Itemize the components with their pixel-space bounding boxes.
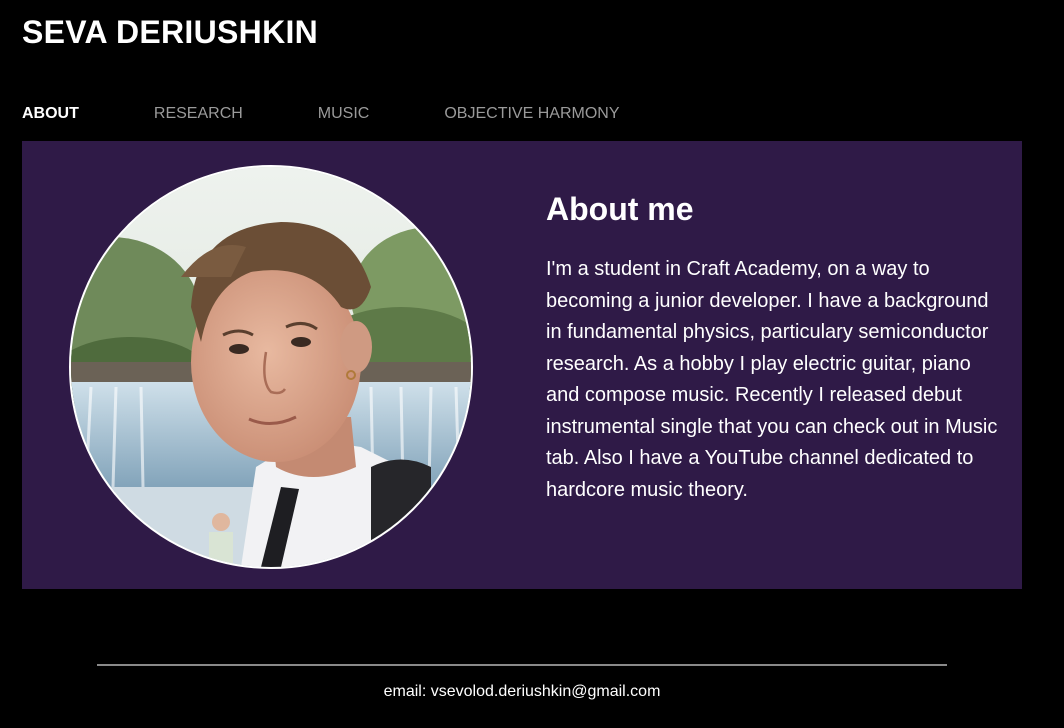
nav-item-music[interactable]: MUSIC (318, 104, 370, 124)
about-description: I'm a student in Craft Academy, on a way… (546, 258, 998, 501)
footer-email: email: vsevolod.deriushkin@gmail.com (383, 683, 661, 700)
nav-item-objective-harmony[interactable]: OBJECTIVE HARMONY (444, 104, 619, 124)
nav-item-research[interactable]: RESEARCH (154, 104, 243, 124)
about-section: About me I'm a student in Craft Academy,… (22, 141, 1022, 589)
nav-item-about[interactable]: ABOUT (22, 104, 79, 124)
main-nav: ABOUT RESEARCH MUSIC OBJECTIVE HARMONY (22, 104, 620, 124)
profile-photo (69, 165, 473, 569)
footer-divider (97, 664, 947, 666)
page: SEVA DERIUSHKIN ABOUT RESEARCH MUSIC OBJ… (0, 0, 1064, 728)
about-title: About me (546, 191, 694, 227)
site-title: SEVA DERIUSHKIN (22, 14, 319, 50)
